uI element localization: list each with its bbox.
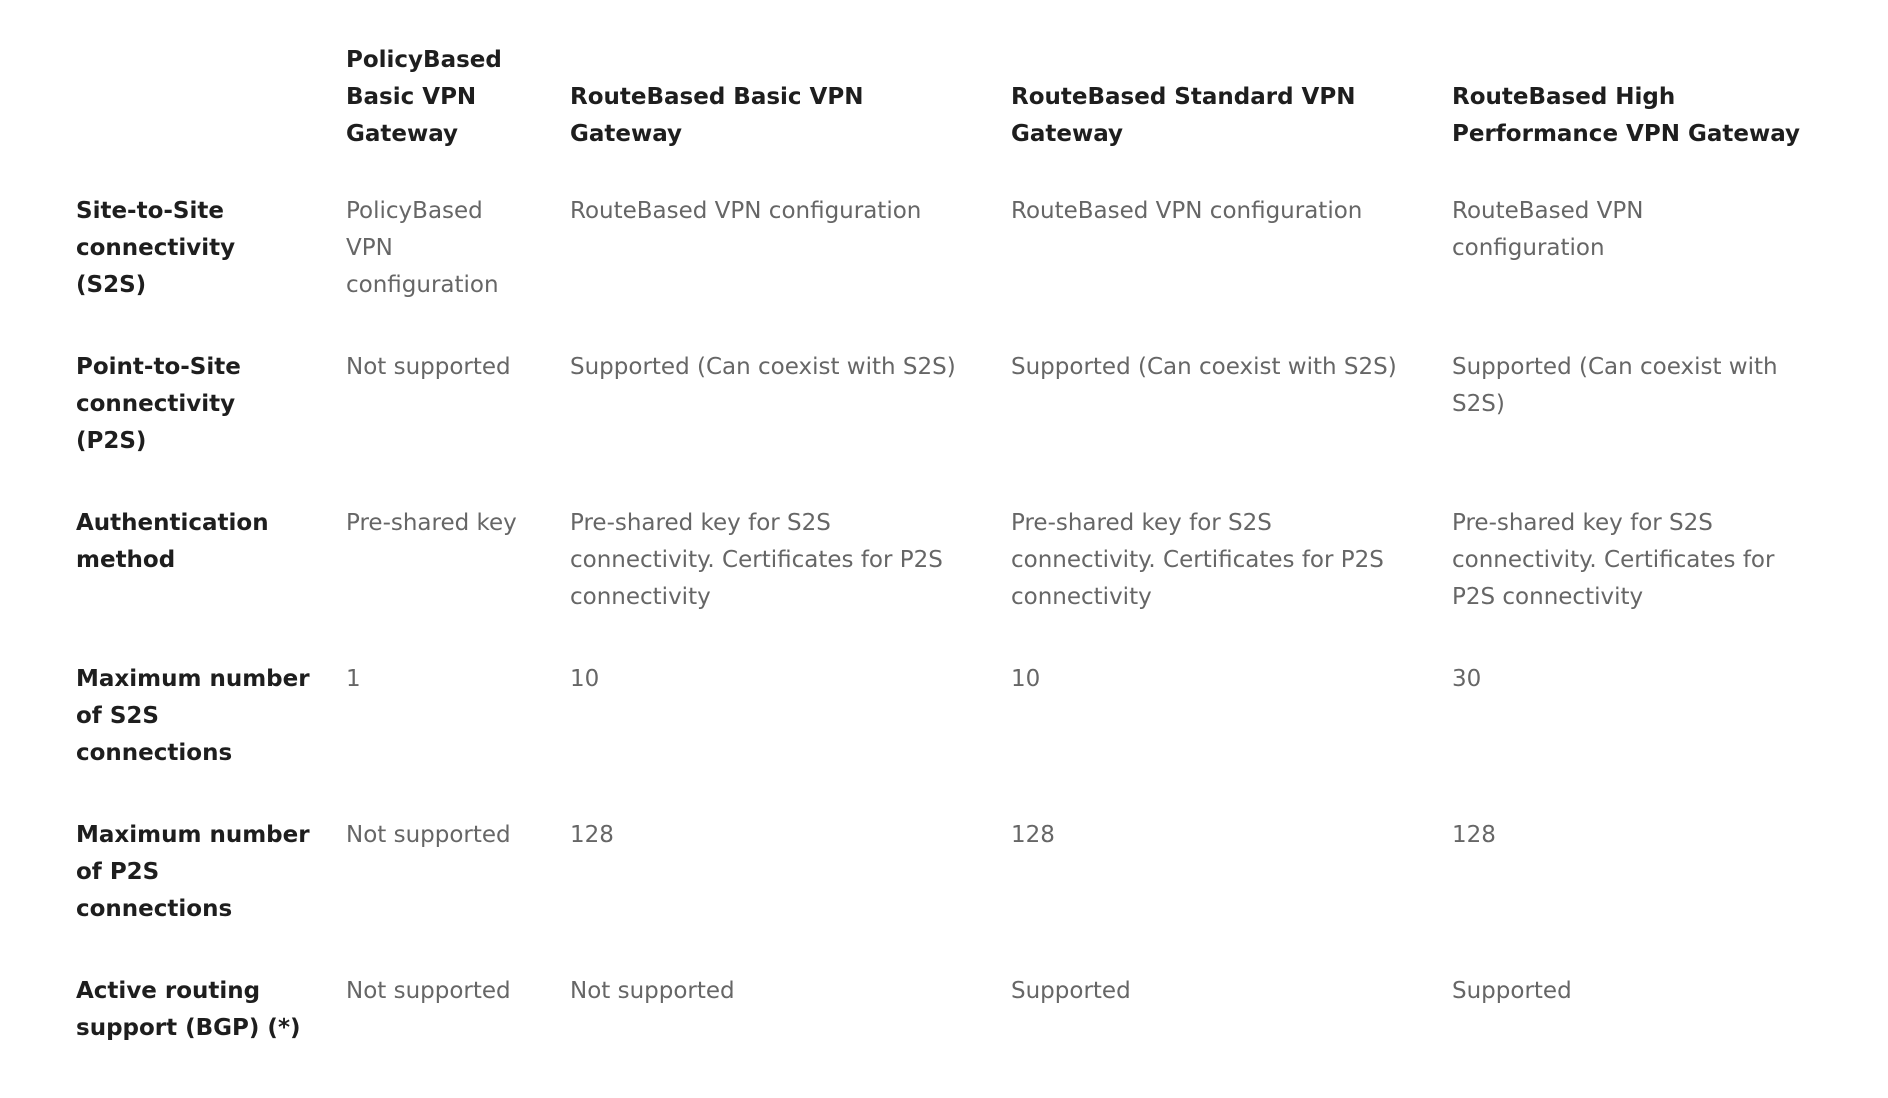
table-cell: 10 <box>570 666 600 692</box>
table-cell: RouteBased VPN configuration <box>1011 198 1363 224</box>
vpn-gateway-comparison-table: PolicyBased Basic VPN Gateway RouteBased… <box>64 42 1824 1093</box>
table-cell: Supported <box>1452 978 1572 1004</box>
table-cell: Supported (Can coexist with S2S) <box>1452 354 1778 417</box>
table-row: Maximum number of P2S connections Not su… <box>64 817 1824 973</box>
table-cell: Pre-shared key for S2S connectivity. Cer… <box>1452 510 1775 610</box>
table-cell: 128 <box>570 822 614 848</box>
table-cell: Not supported <box>346 822 511 848</box>
row-label: Point-to-Site connectivity (P2S) <box>76 354 241 454</box>
table-cell: 128 <box>1452 822 1496 848</box>
table-cell: 1 <box>346 666 361 692</box>
vpn-gateway-comparison-page: PolicyBased Basic VPN Gateway RouteBased… <box>0 0 1888 1098</box>
table-cell: Supported (Can coexist with S2S) <box>1011 354 1397 380</box>
row-label: Authentication method <box>76 510 269 573</box>
table-body: Site-to-Site connectivity (S2S) PolicyBa… <box>64 193 1824 1093</box>
table-cell: Pre-shared key <box>346 510 517 536</box>
row-label: Active routing support (BGP) (*) <box>76 978 301 1041</box>
table-cell: Pre-shared key for S2S connectivity. Cer… <box>1011 510 1384 610</box>
table-cell: Not supported <box>346 978 511 1004</box>
table-cell: 128 <box>1011 822 1055 848</box>
header-policybased-basic: PolicyBased Basic VPN Gateway <box>346 47 502 147</box>
row-label: Site-to-Site connectivity (S2S) <box>76 198 236 298</box>
header-routebased-standard: RouteBased Standard VPN Gateway <box>1011 84 1356 147</box>
table-cell: RouteBased VPN configuration <box>570 198 922 224</box>
row-label: Maximum number of P2S connections <box>76 822 310 922</box>
table-cell: PolicyBased VPN configuration <box>346 198 499 298</box>
table-cell: 10 <box>1011 666 1041 692</box>
table-cell: Not supported <box>570 978 735 1004</box>
table-row: Authentication method Pre-shared key Pre… <box>64 505 1824 661</box>
table-row: Maximum number of S2S connections 1 10 1… <box>64 661 1824 817</box>
header-corner-cell <box>64 42 334 193</box>
table-cell: Not supported <box>346 354 511 380</box>
table-row: Point-to-Site connectivity (P2S) Not sup… <box>64 349 1824 505</box>
table-cell: RouteBased VPN configuration <box>1452 198 1644 261</box>
table-cell: Supported (Can coexist with S2S) <box>570 354 956 380</box>
table-row: Active routing support (BGP) (*) Not sup… <box>64 973 1824 1093</box>
table-header: PolicyBased Basic VPN Gateway RouteBased… <box>64 42 1824 193</box>
header-routebased-high-performance: RouteBased High Performance VPN Gateway <box>1452 84 1801 147</box>
header-row: PolicyBased Basic VPN Gateway RouteBased… <box>64 42 1824 193</box>
table-cell: Pre-shared key for S2S connectivity. Cer… <box>570 510 943 610</box>
table-cell: 30 <box>1452 666 1482 692</box>
row-label: Maximum number of S2S connections <box>76 666 310 766</box>
table-cell: Supported <box>1011 978 1131 1004</box>
table-row: Site-to-Site connectivity (S2S) PolicyBa… <box>64 193 1824 349</box>
header-routebased-basic: RouteBased Basic VPN Gateway <box>570 84 864 147</box>
